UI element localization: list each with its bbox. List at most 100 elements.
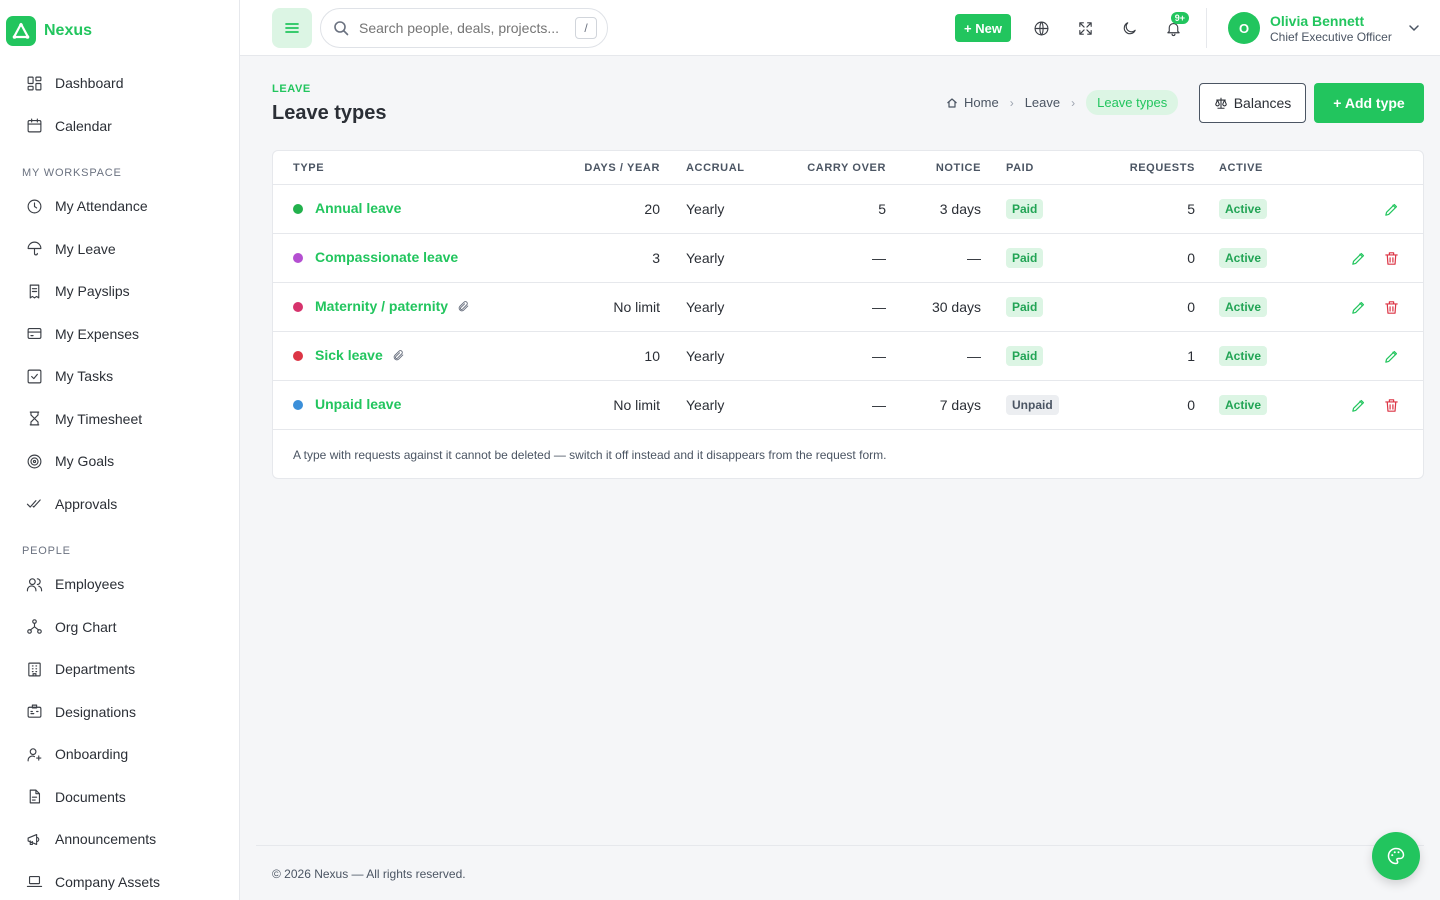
paid-badge: Paid — [1006, 248, 1044, 268]
column-header-days-year[interactable]: DAYS / YEAR — [584, 162, 660, 174]
breadcrumb-leave[interactable]: Leave — [1025, 95, 1060, 110]
umbrella-icon — [27, 241, 42, 256]
breadcrumb-current: Leave types — [1086, 90, 1179, 115]
topbar: / + New 9+ O Olivia Bennett Chief Execut… — [240, 0, 1440, 56]
sidebar-item-my-leave[interactable]: My Leave — [0, 228, 239, 271]
sidebar-item-approvals[interactable]: Approvals — [0, 483, 239, 526]
brand-name: Nexus — [44, 22, 93, 39]
delete-button[interactable] — [1381, 297, 1401, 317]
notifications-button[interactable]: 9+ — [1153, 8, 1193, 48]
document-icon — [29, 789, 41, 804]
global-search[interactable]: / — [320, 8, 608, 48]
column-header-paid[interactable]: PAID — [1006, 162, 1034, 174]
notice: 3 days — [939, 201, 981, 217]
add-type-button[interactable]: + Add type — [1314, 83, 1424, 123]
edit-button[interactable] — [1381, 346, 1401, 366]
sidebar-item-my-goals[interactable]: My Goals — [0, 440, 239, 483]
sidebar-item-employees[interactable]: Employees — [0, 563, 239, 606]
column-header-notice[interactable]: NOTICE — [936, 162, 981, 174]
sidebar-item-my-timesheet[interactable]: My Timesheet — [0, 398, 239, 441]
carry-over: — — [872, 348, 886, 364]
checkbox-icon — [27, 369, 42, 384]
search-icon — [334, 21, 349, 36]
edit-button[interactable] — [1348, 248, 1368, 268]
theme-toggle-button[interactable] — [1109, 8, 1149, 48]
table-body: Annual leave 20 Yearly 5 3 days Paid 5 Active Co… — [273, 185, 1423, 430]
requests-count: 0 — [1187, 299, 1195, 315]
moon-icon — [1123, 21, 1136, 34]
sidebar-item-label: My Leave — [55, 240, 116, 257]
sidebar-item-my-tasks[interactable]: My Tasks — [0, 355, 239, 398]
table-row: Compassionate leave 3 Yearly — — Paid 0 Active — [273, 234, 1423, 283]
sidebar-item-dashboard[interactable]: Dashboard — [0, 62, 239, 105]
column-header-active[interactable]: ACTIVE — [1219, 162, 1263, 174]
receipt-icon — [29, 284, 40, 299]
leave-type-link[interactable]: Maternity / paternity — [315, 298, 470, 314]
sidebar-item-org-chart[interactable]: Org Chart — [0, 606, 239, 649]
leave-type-name: Unpaid leave — [315, 396, 402, 412]
sidebar-item-designations[interactable]: Designations — [0, 691, 239, 734]
sidebar-item-announcements[interactable]: Announcements — [0, 818, 239, 861]
leave-type-link[interactable]: Annual leave — [315, 200, 401, 216]
notice: — — [967, 250, 981, 266]
leave-type-link[interactable]: Unpaid leave — [315, 396, 401, 412]
sidebar-item-calendar[interactable]: Calendar — [0, 105, 239, 148]
notice: 30 days — [931, 299, 981, 315]
calendar-icon — [27, 118, 42, 133]
column-header-requests[interactable]: REQUESTS — [1130, 162, 1195, 174]
sidebar-item-onboarding[interactable]: Onboarding — [0, 733, 239, 776]
sidebar-item-label: Onboarding — [55, 746, 129, 763]
days-per-year: No limit — [613, 299, 660, 315]
days-per-year: 20 — [644, 201, 660, 217]
paid-badge: Paid — [1006, 346, 1044, 366]
sidebar-item-my-expenses[interactable]: My Expenses — [0, 313, 239, 356]
menu-toggle-button[interactable] — [272, 8, 312, 48]
leave-type-name: Maternity / paternity — [315, 298, 449, 314]
pencil-icon — [1351, 399, 1364, 412]
sidebar-item-label: My Attendance — [55, 198, 148, 215]
sidebar-item-company-assets[interactable]: Company Assets — [0, 861, 239, 900]
sidebar-item-my-payslips[interactable]: My Payslips — [0, 270, 239, 313]
accrual: Yearly — [686, 299, 725, 315]
pencil-icon — [1384, 203, 1397, 216]
chevron-down-icon — [1409, 25, 1419, 32]
column-header-accrual[interactable]: ACCRUAL — [686, 162, 745, 174]
trash-icon — [1384, 398, 1398, 412]
brand[interactable]: Nexus — [0, 0, 239, 62]
column-header-type[interactable]: TYPE — [293, 162, 324, 174]
days-per-year: No limit — [613, 397, 660, 413]
search-input[interactable] — [359, 20, 559, 36]
user-menu[interactable]: O Olivia Bennett Chief Executive Officer — [1228, 12, 1420, 44]
edit-button[interactable] — [1348, 395, 1368, 415]
sidebar-item-documents[interactable]: Documents — [0, 776, 239, 819]
requests-count: 0 — [1187, 397, 1195, 413]
days-per-year: 10 — [644, 348, 660, 364]
credit-card-icon — [27, 328, 42, 340]
accrual: Yearly — [686, 348, 725, 364]
copyright-text: © 2026 Nexus — All rights reserved. — [272, 867, 466, 881]
carry-over: — — [872, 299, 886, 315]
balances-button[interactable]: Balances — [1199, 83, 1306, 123]
active-badge: Active — [1219, 297, 1268, 317]
breadcrumb-home[interactable]: Home — [946, 95, 999, 110]
sidebar-item-my-attendance[interactable]: My Attendance — [0, 185, 239, 228]
scale-icon — [1214, 97, 1227, 109]
laptop-icon — [26, 876, 43, 888]
leave-type-link[interactable]: Compassionate leave — [315, 249, 458, 265]
pencil-icon — [1351, 252, 1364, 265]
sidebar-item-label: Calendar — [55, 117, 112, 134]
edit-button[interactable] — [1381, 199, 1401, 219]
breadcrumb-home-label: Home — [964, 95, 999, 110]
delete-button[interactable] — [1381, 248, 1401, 268]
sidebar-item-label: Company Assets — [55, 873, 161, 890]
edit-button[interactable] — [1348, 297, 1368, 317]
new-button[interactable]: + New — [955, 14, 1011, 42]
sidebar-item-departments[interactable]: Departments — [0, 648, 239, 691]
leave-type-link[interactable]: Sick leave — [315, 347, 405, 363]
leave-types-table: TYPE DAYS / YEAR ACCRUAL CARRY OVER NOTI… — [272, 150, 1424, 479]
language-button[interactable] — [1021, 8, 1061, 48]
customizer-fab-button[interactable] — [1372, 832, 1420, 880]
fullscreen-button[interactable] — [1065, 8, 1105, 48]
column-header-carry-over[interactable]: CARRY OVER — [807, 162, 886, 174]
delete-button[interactable] — [1381, 395, 1401, 415]
